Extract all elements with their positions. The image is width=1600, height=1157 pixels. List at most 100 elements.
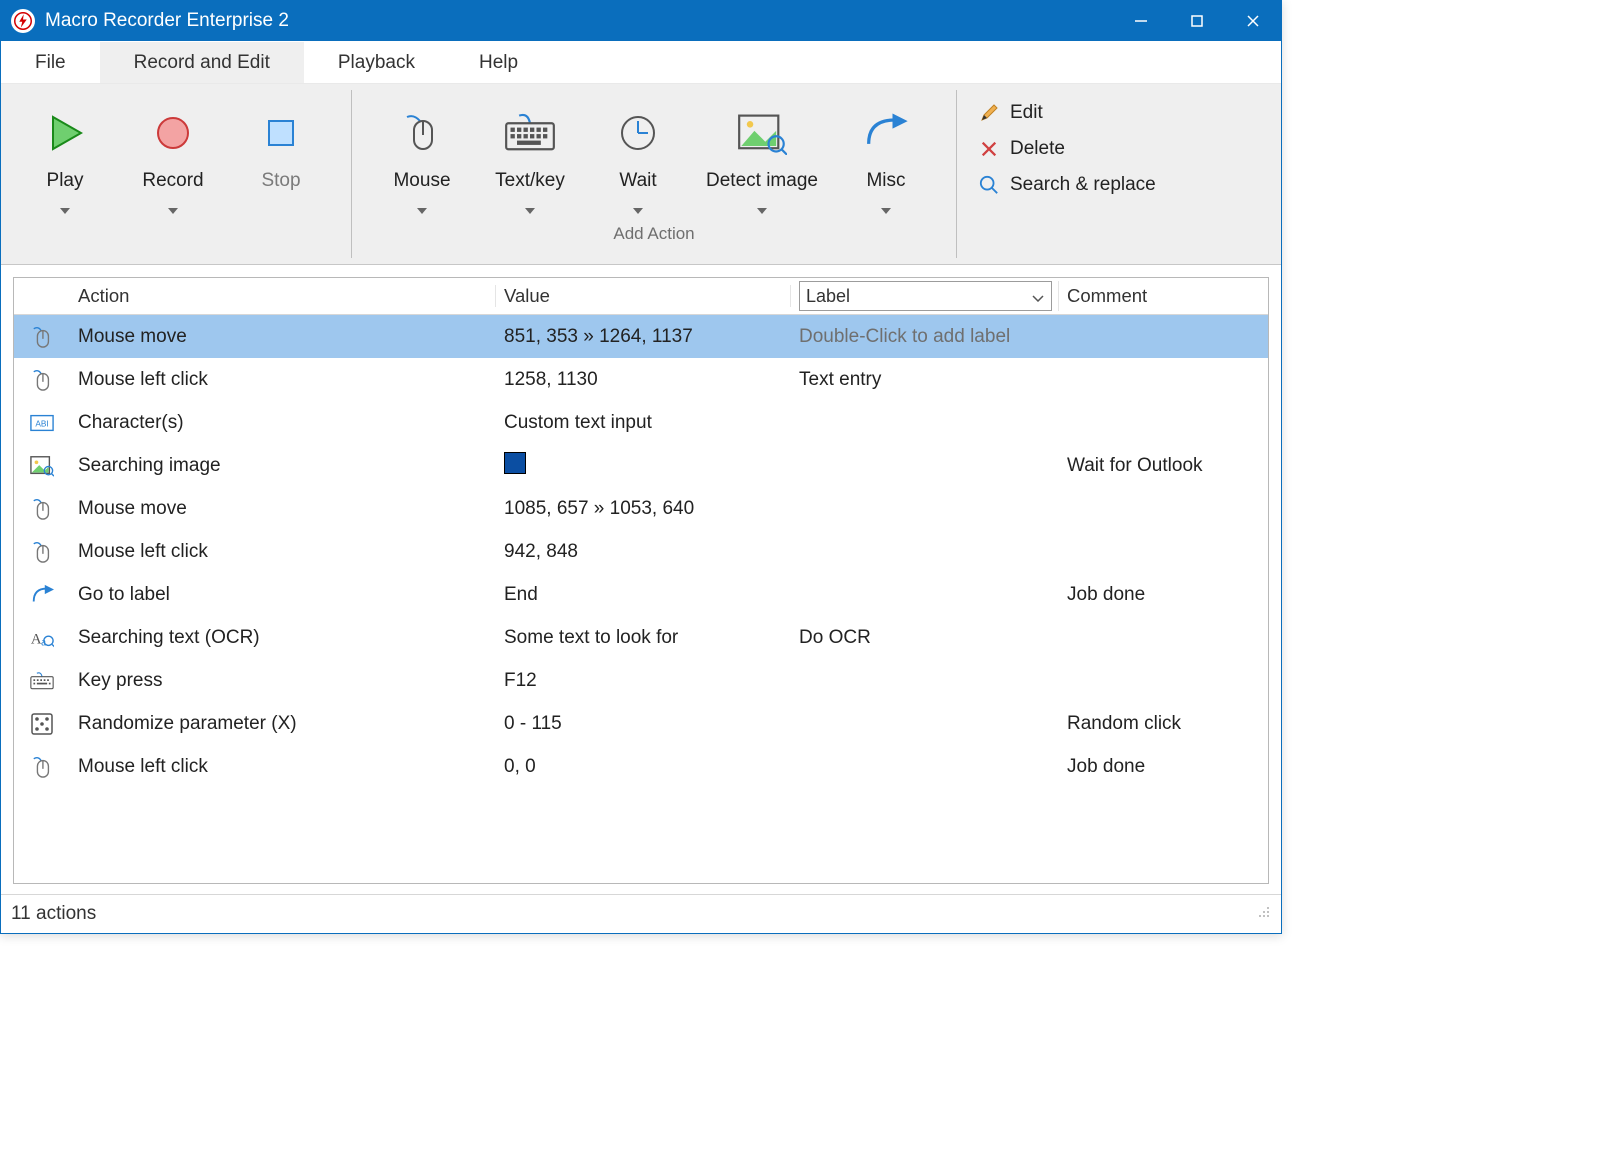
table-row[interactable]: Searching imageWait for Outlook [14,444,1268,487]
status-bar: 11 actions [1,894,1281,933]
cell-value: 0 - 115 [496,713,791,735]
image-icon [14,455,70,477]
window-title: Macro Recorder Enterprise 2 [45,10,1113,32]
cell-action: Key press [70,670,496,692]
keyboard-icon [14,670,70,692]
column-header-comment[interactable]: Comment [1059,285,1268,307]
title-bar: Macro Recorder Enterprise 2 [1,1,1281,41]
close-button[interactable] [1225,1,1281,41]
search-icon [978,175,1000,195]
column-header-value[interactable]: Value [496,285,791,307]
table-row[interactable]: Character(s)Custom text input [14,401,1268,444]
ribbon-divider [956,90,957,258]
delete-button[interactable]: Delete [978,138,1156,160]
ribbon-group-label: Add Action [613,224,694,244]
status-count: 11 actions [11,903,96,925]
cell-value: Some text to look for [496,627,791,649]
pencil-icon [978,103,1000,123]
mouse-icon [14,756,70,778]
app-window: Macro Recorder Enterprise 2 File Record … [0,0,1282,934]
mouse-icon [14,369,70,391]
tab-playback[interactable]: Playback [304,42,449,83]
mouse-icon [402,102,442,164]
cell-value: 0, 0 [496,756,791,778]
cell-label[interactable]: Do OCR [791,627,1059,649]
record-icon [153,102,193,164]
cell-action: Character(s) [70,412,496,434]
add-detect-image-button[interactable]: Detect image [692,92,832,220]
cell-value: 1258, 1130 [496,369,791,391]
cell-value: End [496,584,791,606]
cell-action: Go to label [70,584,496,606]
cell-action: Randomize parameter (X) [70,713,496,735]
mouse-icon [14,541,70,563]
cell-action: Searching image [70,455,496,477]
chevron-down-icon [757,198,767,220]
keyboard-icon [504,102,556,164]
cell-action: Mouse move [70,498,496,520]
column-header-label: Label [791,281,1059,311]
ocr-icon [14,627,70,649]
cell-value: 942, 848 [496,541,791,563]
ribbon-group-add-action: Mouse Text/key Wait Detect image [358,84,950,264]
cell-value: 1085, 657 » 1053, 640 [496,498,791,520]
cell-action: Mouse left click [70,541,496,563]
label-dropdown[interactable]: Label [799,281,1052,311]
add-wait-button[interactable]: Wait [584,92,692,220]
detect-image-icon [737,102,787,164]
table-body: Mouse move851, 353 » 1264, 1137Double-Cl… [14,315,1268,883]
chevron-down-icon [168,198,178,220]
edit-button[interactable]: Edit [978,102,1156,124]
window-controls [1113,1,1281,41]
cell-value: F12 [496,670,791,692]
maximize-button[interactable] [1169,1,1225,41]
table-header: Action Value Label Comment [14,278,1268,315]
abi-icon [14,412,70,434]
mouse-icon [14,498,70,520]
table-row[interactable]: Key pressF12 [14,659,1268,702]
tab-record-and-edit[interactable]: Record and Edit [100,41,304,83]
minimize-button[interactable] [1113,1,1169,41]
table-row[interactable]: Mouse left click0, 0 Job done [14,745,1268,788]
record-button[interactable]: Record [119,92,227,220]
chevron-down-icon [60,198,70,220]
app-icon [11,9,35,33]
ribbon-body: Play Record Stop [1,84,1281,265]
search-replace-button[interactable]: Search & replace [978,174,1156,196]
misc-icon [860,102,912,164]
stop-button[interactable]: Stop [227,92,335,204]
mouse-icon [14,326,70,348]
table-row[interactable]: Randomize parameter (X)0 - 115 Random cli… [14,702,1268,745]
play-button[interactable]: Play [11,92,119,220]
stop-icon [261,102,301,164]
cell-comment: Job done [1059,756,1268,778]
cell-label[interactable]: Double-Click to add label [791,326,1059,348]
image-thumbnail [504,452,526,474]
resize-grip-icon[interactable] [1255,903,1271,925]
cell-action: Mouse left click [70,756,496,778]
cell-value: 851, 353 » 1264, 1137 [496,326,791,348]
column-header-action[interactable]: Action [70,285,496,307]
cell-value [496,452,791,480]
cell-action: Searching text (OCR) [70,627,496,649]
cell-action: Mouse move [70,326,496,348]
chevron-down-icon [417,198,427,220]
chevron-down-icon [1031,286,1045,307]
table-row[interactable]: Mouse left click1258, 1130Text entry [14,358,1268,401]
tab-help[interactable]: Help [449,42,548,83]
chevron-down-icon [881,198,891,220]
table-row[interactable]: Mouse left click942, 848 [14,530,1268,573]
cell-label[interactable]: Text entry [791,369,1059,391]
table-row[interactable]: Searching text (OCR)Some text to look fo… [14,616,1268,659]
clock-icon [618,102,658,164]
add-misc-button[interactable]: Misc [832,92,940,220]
tab-file[interactable]: File [1,42,100,83]
add-mouse-button[interactable]: Mouse [368,92,476,220]
table-row[interactable]: Go to labelEndJob done [14,573,1268,616]
table-row[interactable]: Mouse move1085, 657 » 1053, 640 [14,487,1268,530]
add-textkey-button[interactable]: Text/key [476,92,584,220]
play-icon [45,102,85,164]
ribbon-group-playback: Play Record Stop [1,84,345,264]
table-row[interactable]: Mouse move851, 353 » 1264, 1137Double-Cl… [14,315,1268,358]
cell-comment: Random click [1059,713,1268,735]
